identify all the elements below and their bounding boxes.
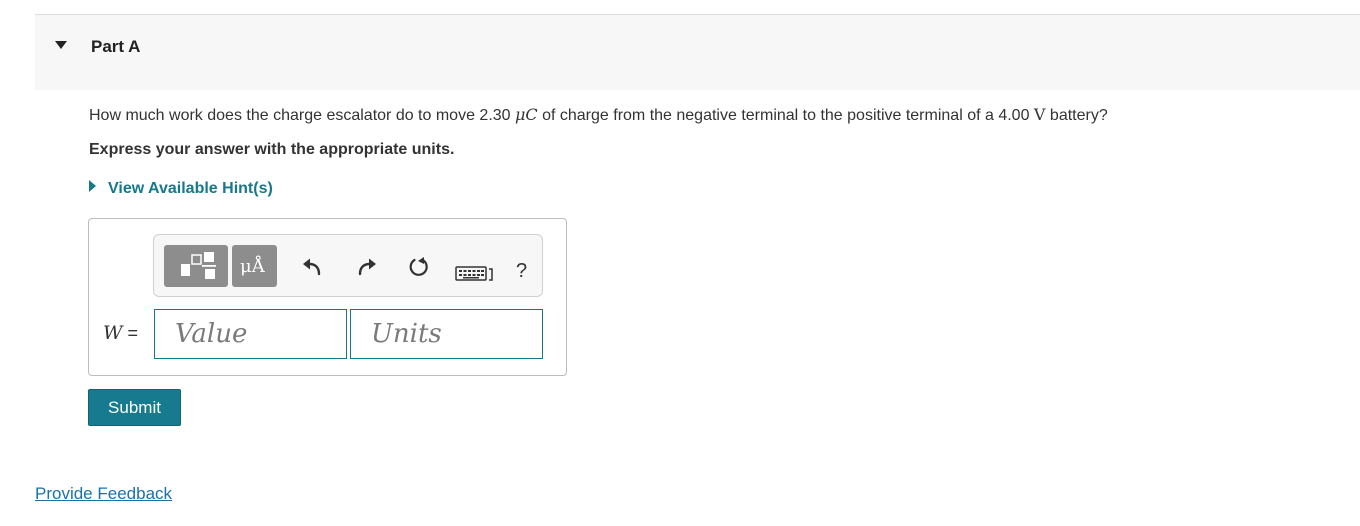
templates-icon <box>181 252 216 279</box>
equals-sign: = <box>122 323 139 343</box>
question-text-part: battery? <box>1045 107 1108 124</box>
charge-unit: μC <box>515 105 538 124</box>
templates-button[interactable] <box>164 245 228 287</box>
provide-feedback-link[interactable]: Provide Feedback <box>35 484 172 504</box>
units-button[interactable]: μÅ <box>232 245 277 287</box>
view-hints-toggle[interactable]: View Available Hint(s) <box>89 180 273 198</box>
units-icon: μÅ <box>240 256 265 277</box>
submit-button[interactable]: Submit <box>88 389 181 426</box>
hint-label: View Available Hint(s) <box>108 180 273 197</box>
answer-variable-label: W = <box>103 322 138 344</box>
help-icon[interactable]: ? <box>516 260 527 283</box>
value-input[interactable] <box>154 309 347 359</box>
voltage-unit: V <box>1033 105 1046 124</box>
part-title: Part A <box>91 37 141 56</box>
answer-instruction: Express your answer with the appropriate… <box>89 141 455 158</box>
question-text-part: How much work does the charge escalator … <box>89 107 515 124</box>
redo-icon[interactable] <box>356 257 378 277</box>
part-header[interactable]: Part A <box>35 15 1360 90</box>
question-text-part: of charge from the negative terminal to … <box>537 107 1034 124</box>
answer-variable: W <box>103 322 123 344</box>
units-input[interactable] <box>350 309 543 359</box>
question-text: How much work does the charge escalator … <box>89 105 1108 125</box>
reset-icon[interactable] <box>408 257 430 277</box>
math-toolbar: μÅ ? <box>153 234 543 297</box>
undo-icon[interactable] <box>301 257 323 277</box>
collapse-caret-icon[interactable] <box>55 41 67 49</box>
answer-box: μÅ ? W = <box>88 218 567 376</box>
keyboard-icon[interactable] <box>455 265 495 283</box>
expand-caret-icon <box>89 180 96 192</box>
